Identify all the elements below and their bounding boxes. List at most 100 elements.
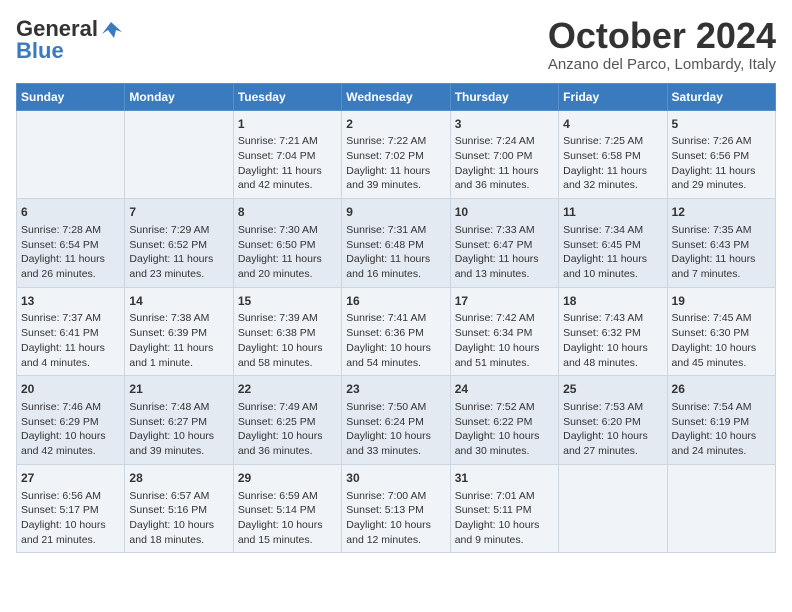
day-info: Sunrise: 7:22 AM Sunset: 7:02 PM Dayligh…	[346, 134, 445, 193]
calendar-day-cell: 7Sunrise: 7:29 AM Sunset: 6:52 PM Daylig…	[125, 199, 233, 288]
empty-cell	[667, 464, 775, 553]
day-info: Sunrise: 6:57 AM Sunset: 5:16 PM Dayligh…	[129, 489, 228, 548]
calendar-header-row: SundayMondayTuesdayWednesdayThursdayFrid…	[17, 83, 776, 110]
col-header-friday: Friday	[559, 83, 667, 110]
day-number: 26	[672, 381, 771, 398]
day-info: Sunrise: 7:38 AM Sunset: 6:39 PM Dayligh…	[129, 311, 228, 370]
calendar-table: SundayMondayTuesdayWednesdayThursdayFrid…	[16, 83, 776, 554]
calendar-week-row: 20 Sunrise: 7:46 AM Sunset: 6:29 PM Dayli…	[17, 376, 776, 465]
month-title: October 2024	[548, 16, 776, 56]
calendar-day-cell: 29 Sunrise: 6:59 AM Sunset: 5:14 PM Dayli…	[233, 464, 341, 553]
day-info: Sunrise: 7:24 AM Sunset: 7:00 PM Dayligh…	[455, 134, 554, 193]
calendar-week-row: 6 Sunrise: 7:28 AM Sunset: 6:54 PM Daylig…	[17, 199, 776, 288]
day-number: 25	[563, 381, 662, 398]
calendar-day-cell: 6 Sunrise: 7:28 AM Sunset: 6:54 PM Daylig…	[17, 199, 125, 288]
col-header-wednesday: Wednesday	[342, 83, 450, 110]
day-info: Sunrise: 7:00 AM Sunset: 5:13 PM Dayligh…	[346, 489, 445, 548]
calendar-day-cell: 14Sunrise: 7:38 AM Sunset: 6:39 PM Dayli…	[125, 287, 233, 376]
day-number: 31	[455, 470, 554, 487]
location: Anzano del Parco, Lombardy, Italy	[548, 56, 776, 73]
day-info: Sunrise: 7:42 AM Sunset: 6:34 PM Dayligh…	[455, 311, 554, 370]
calendar-day-cell: 28 Sunrise: 6:57 AM Sunset: 5:16 PM Dayli…	[125, 464, 233, 553]
calendar-day-cell: 13Sunrise: 7:37 AM Sunset: 6:41 PM Dayli…	[17, 287, 125, 376]
day-info: Sunrise: 7:53 AM Sunset: 6:20 PM Dayligh…	[563, 400, 662, 459]
calendar-day-cell: 4Sunrise: 7:25 AM Sunset: 6:58 PM Daylig…	[559, 110, 667, 199]
day-info: Sunrise: 7:43 AM Sunset: 6:32 PM Dayligh…	[563, 311, 662, 370]
day-number: 5	[672, 116, 771, 133]
calendar-week-row: 13Sunrise: 7:37 AM Sunset: 6:41 PM Dayli…	[17, 287, 776, 376]
col-header-thursday: Thursday	[450, 83, 558, 110]
day-info: Sunrise: 7:49 AM Sunset: 6:25 PM Dayligh…	[238, 400, 337, 459]
calendar-day-cell: 24 Sunrise: 7:52 AM Sunset: 6:22 PM Dayli…	[450, 376, 558, 465]
day-info: Sunrise: 7:41 AM Sunset: 6:36 PM Dayligh…	[346, 311, 445, 370]
day-number: 27	[21, 470, 120, 487]
day-number: 16	[346, 293, 445, 310]
empty-cell	[17, 110, 125, 199]
day-number: 13	[21, 293, 120, 310]
day-info: Sunrise: 7:48 AM Sunset: 6:27 PM Dayligh…	[129, 400, 228, 459]
day-number: 17	[455, 293, 554, 310]
calendar-day-cell: 5Sunrise: 7:26 AM Sunset: 6:56 PM Daylig…	[667, 110, 775, 199]
calendar-day-cell: 8Sunrise: 7:30 AM Sunset: 6:50 PM Daylig…	[233, 199, 341, 288]
day-info: Sunrise: 6:59 AM Sunset: 5:14 PM Dayligh…	[238, 489, 337, 548]
day-info: Sunrise: 7:35 AM Sunset: 6:43 PM Dayligh…	[672, 223, 771, 282]
day-number: 2	[346, 116, 445, 133]
day-number: 22	[238, 381, 337, 398]
day-info: Sunrise: 7:34 AM Sunset: 6:45 PM Dayligh…	[563, 223, 662, 282]
day-info: Sunrise: 7:45 AM Sunset: 6:30 PM Dayligh…	[672, 311, 771, 370]
day-info: Sunrise: 7:52 AM Sunset: 6:22 PM Dayligh…	[455, 400, 554, 459]
day-number: 11	[563, 204, 662, 221]
calendar-day-cell: 2Sunrise: 7:22 AM Sunset: 7:02 PM Daylig…	[342, 110, 450, 199]
day-info: Sunrise: 7:31 AM Sunset: 6:48 PM Dayligh…	[346, 223, 445, 282]
day-number: 1	[238, 116, 337, 133]
day-number: 21	[129, 381, 228, 398]
day-number: 29	[238, 470, 337, 487]
day-info: Sunrise: 7:26 AM Sunset: 6:56 PM Dayligh…	[672, 134, 771, 193]
col-header-sunday: Sunday	[17, 83, 125, 110]
calendar-day-cell: 9 Sunrise: 7:31 AM Sunset: 6:48 PM Daylig…	[342, 199, 450, 288]
day-number: 4	[563, 116, 662, 133]
day-info: Sunrise: 7:46 AM Sunset: 6:29 PM Dayligh…	[21, 400, 120, 459]
day-number: 20	[21, 381, 120, 398]
day-number: 15	[238, 293, 337, 310]
calendar-day-cell: 3Sunrise: 7:24 AM Sunset: 7:00 PM Daylig…	[450, 110, 558, 199]
calendar-day-cell: 26 Sunrise: 7:54 AM Sunset: 6:19 PM Dayli…	[667, 376, 775, 465]
calendar-day-cell: 20 Sunrise: 7:46 AM Sunset: 6:29 PM Dayli…	[17, 376, 125, 465]
empty-cell	[559, 464, 667, 553]
calendar-day-cell: 25 Sunrise: 7:53 AM Sunset: 6:20 PM Dayli…	[559, 376, 667, 465]
col-header-tuesday: Tuesday	[233, 83, 341, 110]
day-number: 28	[129, 470, 228, 487]
calendar-week-row: 1Sunrise: 7:21 AM Sunset: 7:04 PM Daylig…	[17, 110, 776, 199]
calendar-day-cell: 21 Sunrise: 7:48 AM Sunset: 6:27 PM Dayli…	[125, 376, 233, 465]
day-info: Sunrise: 7:29 AM Sunset: 6:52 PM Dayligh…	[129, 223, 228, 282]
day-number: 30	[346, 470, 445, 487]
calendar-day-cell: 16Sunrise: 7:41 AM Sunset: 6:36 PM Dayli…	[342, 287, 450, 376]
calendar-day-cell: 17Sunrise: 7:42 AM Sunset: 6:34 PM Dayli…	[450, 287, 558, 376]
day-info: Sunrise: 7:25 AM Sunset: 6:58 PM Dayligh…	[563, 134, 662, 193]
col-header-saturday: Saturday	[667, 83, 775, 110]
day-info: Sunrise: 7:37 AM Sunset: 6:41 PM Dayligh…	[21, 311, 120, 370]
day-info: Sunrise: 7:50 AM Sunset: 6:24 PM Dayligh…	[346, 400, 445, 459]
calendar-day-cell: 10Sunrise: 7:33 AM Sunset: 6:47 PM Dayli…	[450, 199, 558, 288]
title-block: October 2024 Anzano del Parco, Lombardy,…	[548, 16, 776, 73]
day-number: 6	[21, 204, 120, 221]
day-number: 24	[455, 381, 554, 398]
calendar-day-cell: 30 Sunrise: 7:00 AM Sunset: 5:13 PM Dayli…	[342, 464, 450, 553]
calendar-day-cell: 18Sunrise: 7:43 AM Sunset: 6:32 PM Dayli…	[559, 287, 667, 376]
calendar-day-cell: 22 Sunrise: 7:49 AM Sunset: 6:25 PM Dayli…	[233, 376, 341, 465]
logo-bird-icon	[100, 20, 122, 38]
day-number: 19	[672, 293, 771, 310]
day-info: Sunrise: 7:21 AM Sunset: 7:04 PM Dayligh…	[238, 134, 337, 193]
day-number: 12	[672, 204, 771, 221]
calendar-day-cell: 27Sunrise: 6:56 AM Sunset: 5:17 PM Dayli…	[17, 464, 125, 553]
day-number: 9	[346, 204, 445, 221]
day-info: Sunrise: 7:01 AM Sunset: 5:11 PM Dayligh…	[455, 489, 554, 548]
page-header: General Blue October 2024 Anzano del Par…	[16, 16, 776, 73]
day-info: Sunrise: 7:28 AM Sunset: 6:54 PM Dayligh…	[21, 223, 120, 282]
calendar-day-cell: 11 Sunrise: 7:34 AM Sunset: 6:45 PM Dayli…	[559, 199, 667, 288]
calendar-week-row: 27Sunrise: 6:56 AM Sunset: 5:17 PM Dayli…	[17, 464, 776, 553]
calendar-day-cell: 12 Sunrise: 7:35 AM Sunset: 6:43 PM Dayli…	[667, 199, 775, 288]
day-number: 23	[346, 381, 445, 398]
day-info: Sunrise: 7:54 AM Sunset: 6:19 PM Dayligh…	[672, 400, 771, 459]
calendar-day-cell: 1Sunrise: 7:21 AM Sunset: 7:04 PM Daylig…	[233, 110, 341, 199]
